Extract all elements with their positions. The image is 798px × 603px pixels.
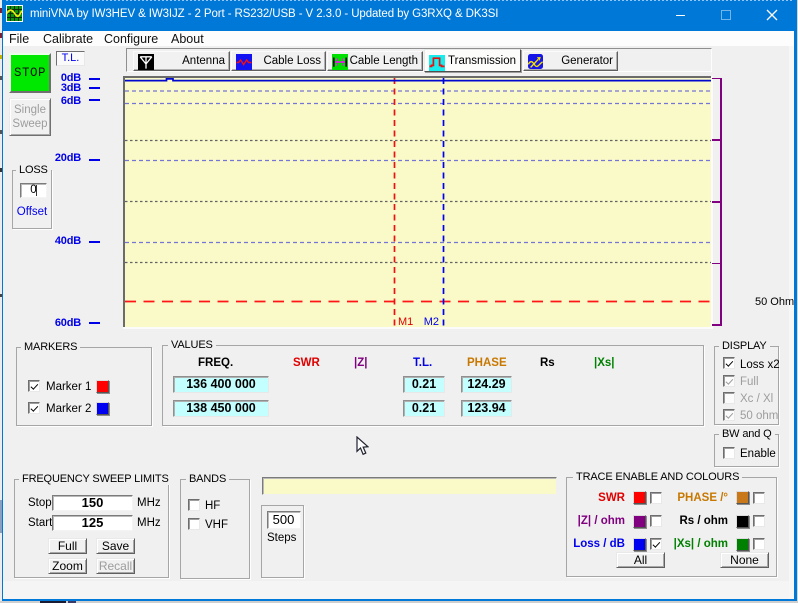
svg-text:M1: M1: [398, 316, 413, 328]
svg-text:M2: M2: [424, 316, 439, 328]
